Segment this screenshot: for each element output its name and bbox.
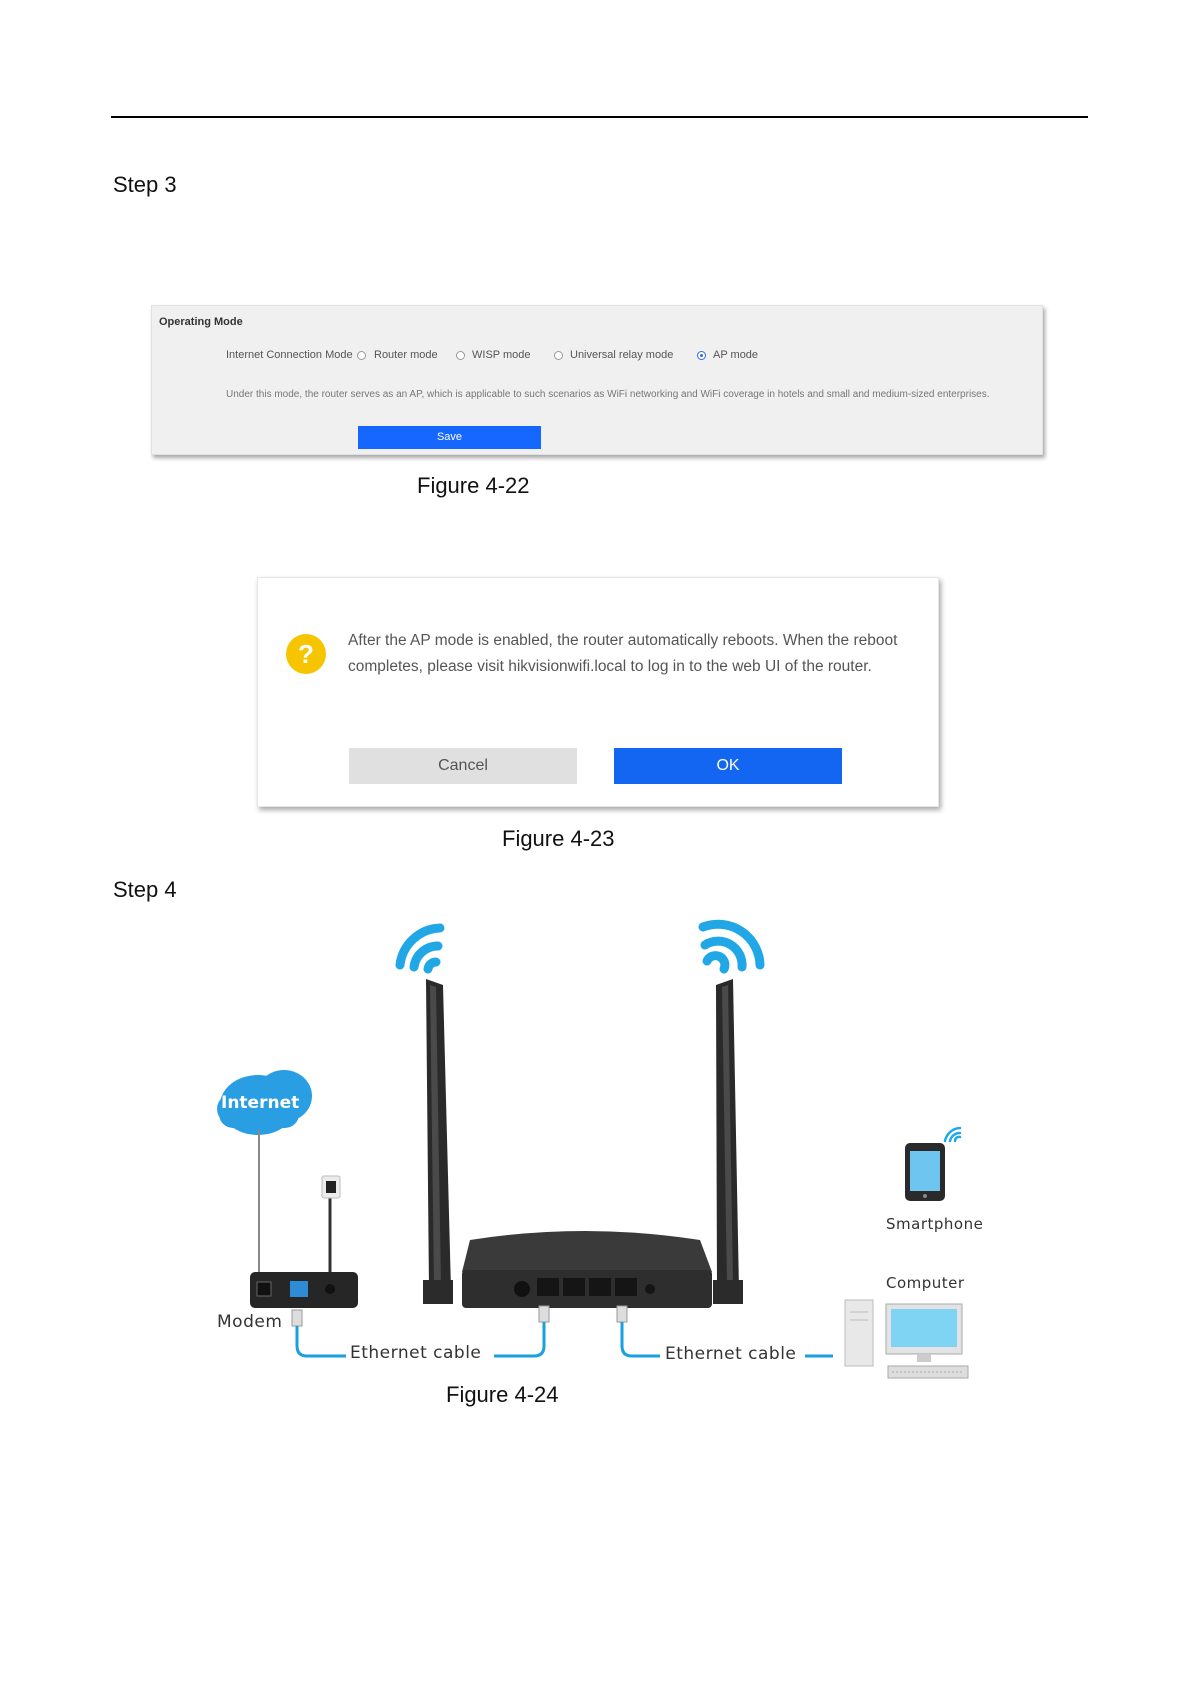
internet-label: Internet xyxy=(221,1093,300,1113)
smartphone-icon xyxy=(905,1126,962,1201)
computer-icon xyxy=(844,1299,969,1379)
network-diagram xyxy=(217,919,969,1379)
figure-4-24-caption: Figure 4-24 xyxy=(446,1382,559,1407)
router-body xyxy=(462,1231,712,1308)
modem-label: Modem xyxy=(217,1312,283,1332)
ethernet-cable-right-label: Ethernet cable xyxy=(665,1344,797,1364)
router-antenna-left xyxy=(423,979,453,1304)
router-antenna-right xyxy=(713,979,743,1304)
computer-label: Computer xyxy=(886,1274,965,1292)
wifi-icon-left xyxy=(395,923,445,974)
wifi-icon-right xyxy=(698,919,765,974)
modem-device xyxy=(250,1272,358,1308)
smartphone-label: Smartphone xyxy=(886,1215,984,1233)
ethernet-cable-left-label: Ethernet cable xyxy=(350,1343,482,1363)
